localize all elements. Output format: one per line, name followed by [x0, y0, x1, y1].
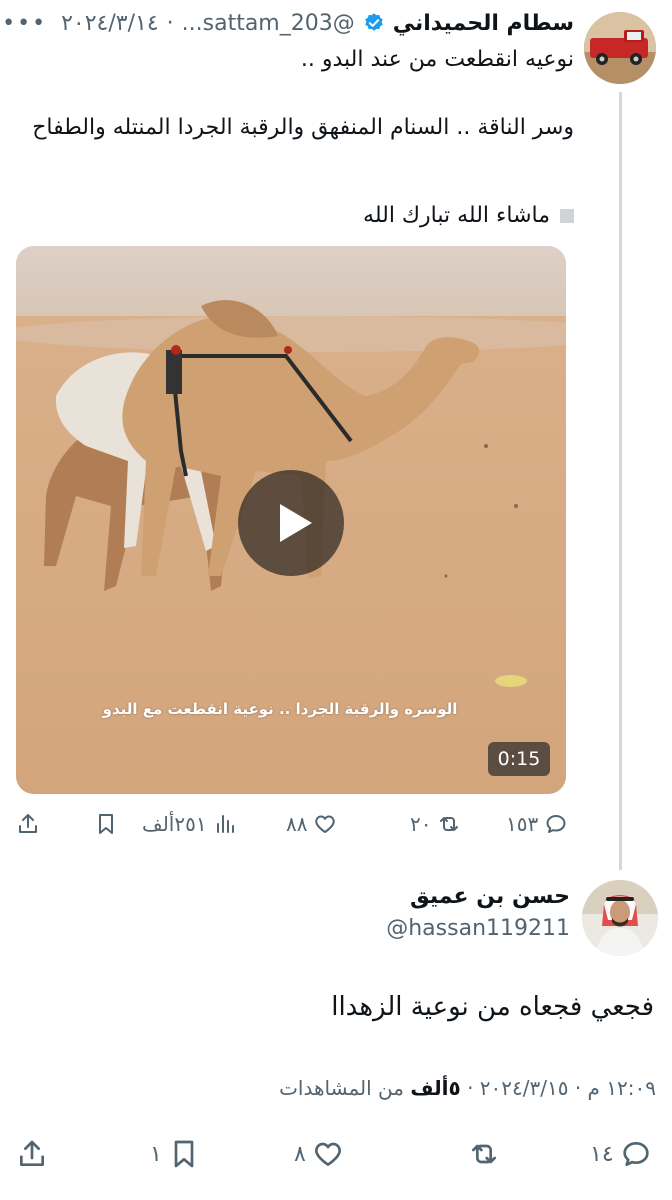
video-duration: 0:15 [488, 742, 550, 776]
reply-count: ١٥٣ [506, 812, 539, 836]
reply-button[interactable]: ١٥٣ [506, 812, 568, 836]
tweet-timestamp[interactable]: ١٢:٠٩ م · ٢٠٢٤/٣/١٥ [480, 1076, 656, 1100]
retweet-icon [440, 817, 459, 831]
tweet-text-line: نوعيه انقطعت من عند البدو .. [300, 47, 574, 72]
bookmark-count: ١ [150, 1141, 162, 1167]
tweet-text-line: وسر الناقة .. السنام المنفهق والرقبة الج… [32, 115, 574, 140]
avatar-sattam[interactable] [584, 12, 656, 84]
play-icon [280, 504, 312, 542]
tweet-body: فجعي فجعاه من نوعية الزهداا [331, 992, 654, 1022]
share-button[interactable] [16, 1138, 48, 1170]
reply-button[interactable]: ١٤ [590, 1138, 652, 1170]
author-handle[interactable]: @sattam_203... [182, 11, 355, 36]
play-button[interactable] [238, 470, 344, 576]
tweet-meta: ١٢:٠٩ م · ٢٠٢٤/٣/١٥ · ٥ألف من المشاهدات [279, 1076, 656, 1100]
avatar-hassan[interactable] [582, 880, 658, 956]
like-count: ٨٨ [286, 812, 308, 836]
more-icon[interactable]: ••• [2, 11, 47, 36]
separator-dot: · [460, 1076, 474, 1100]
heart-icon [315, 815, 336, 833]
reply-icon [622, 1142, 649, 1166]
retweet-count: ٢٠ [410, 812, 432, 836]
like-button[interactable]: ٨ [294, 1138, 344, 1170]
retweet-icon [472, 1144, 496, 1164]
views-button[interactable]: ٢٥١ألف [142, 812, 237, 836]
like-button[interactable]: ٨٨ [286, 812, 337, 836]
thread-line [619, 92, 622, 870]
views-label: من المشاهدات [279, 1076, 404, 1100]
share-button[interactable] [16, 812, 40, 836]
author-name[interactable]: سطام الحميداني [393, 11, 574, 36]
video-caption: الوسره والرقبة الجردا .. نوعية انقطعت مع… [102, 700, 458, 718]
video-player[interactable]: الوسره والرقبة الجردا .. نوعية انقطعت مع… [16, 246, 566, 794]
retweet-button[interactable]: ٢٠ [410, 812, 461, 836]
square-bullet-icon [560, 209, 574, 223]
tweet-date[interactable]: ٢٠٢٤/٣/١٤ [61, 11, 159, 36]
author-handle[interactable]: @hassan119211 [386, 916, 570, 941]
tweet-text: ماشاء الله تبارك الله [363, 203, 550, 228]
analytics-icon [216, 815, 234, 833]
separator-dot: · [166, 10, 174, 36]
views-count: ٢٥١ألف [142, 812, 207, 836]
tweet-text-line: ماشاء الله تبارك الله [14, 200, 574, 232]
heart-icon [314, 1142, 341, 1166]
bookmark-icon [174, 1140, 194, 1168]
reply-icon [546, 815, 566, 833]
retweet-button[interactable] [468, 1138, 500, 1170]
reply-count: ١٤ [590, 1141, 614, 1167]
like-count: ٨ [294, 1141, 306, 1167]
bookmark-button[interactable] [94, 812, 118, 836]
bookmark-icon [99, 814, 113, 834]
author-name[interactable]: حسن بن عميق [410, 884, 570, 909]
verified-badge-icon [365, 13, 383, 31]
bookmark-button[interactable]: ١ [150, 1138, 200, 1170]
share-icon [20, 1140, 44, 1166]
tweet-header: سطام الحميداني @sattam_203... · ٢٠٢٤/٣/١… [2, 6, 574, 40]
share-icon [19, 814, 37, 833]
views-count: ٥ألف [410, 1076, 461, 1100]
